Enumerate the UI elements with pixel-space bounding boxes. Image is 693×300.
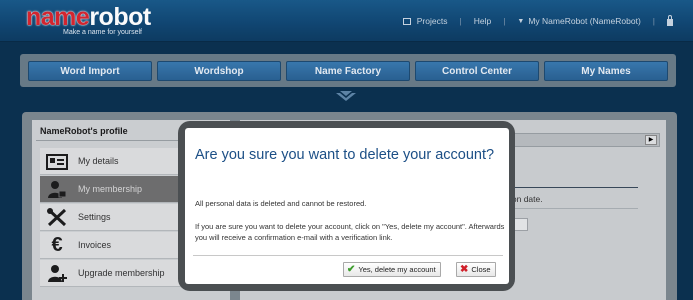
- dialog-divider: [193, 255, 503, 256]
- check-icon: ✔: [347, 264, 356, 275]
- confirm-delete-button[interactable]: ✔ Yes, delete my account: [343, 262, 441, 277]
- close-icon: ✖: [460, 264, 469, 275]
- dialog-title: Are you sure you want to delete your acc…: [195, 147, 495, 163]
- delete-account-dialog: Are you sure you want to delete your acc…: [185, 128, 509, 284]
- confirm-delete-label: Yes, delete my account: [358, 265, 436, 274]
- dialog-instruction-text: If you are sure you want to delete your …: [195, 222, 505, 242]
- close-label: Close: [471, 265, 491, 274]
- close-button[interactable]: ✖ Close: [456, 262, 496, 277]
- dialog-warning-text: All personal data is deleted and cannot …: [195, 199, 367, 208]
